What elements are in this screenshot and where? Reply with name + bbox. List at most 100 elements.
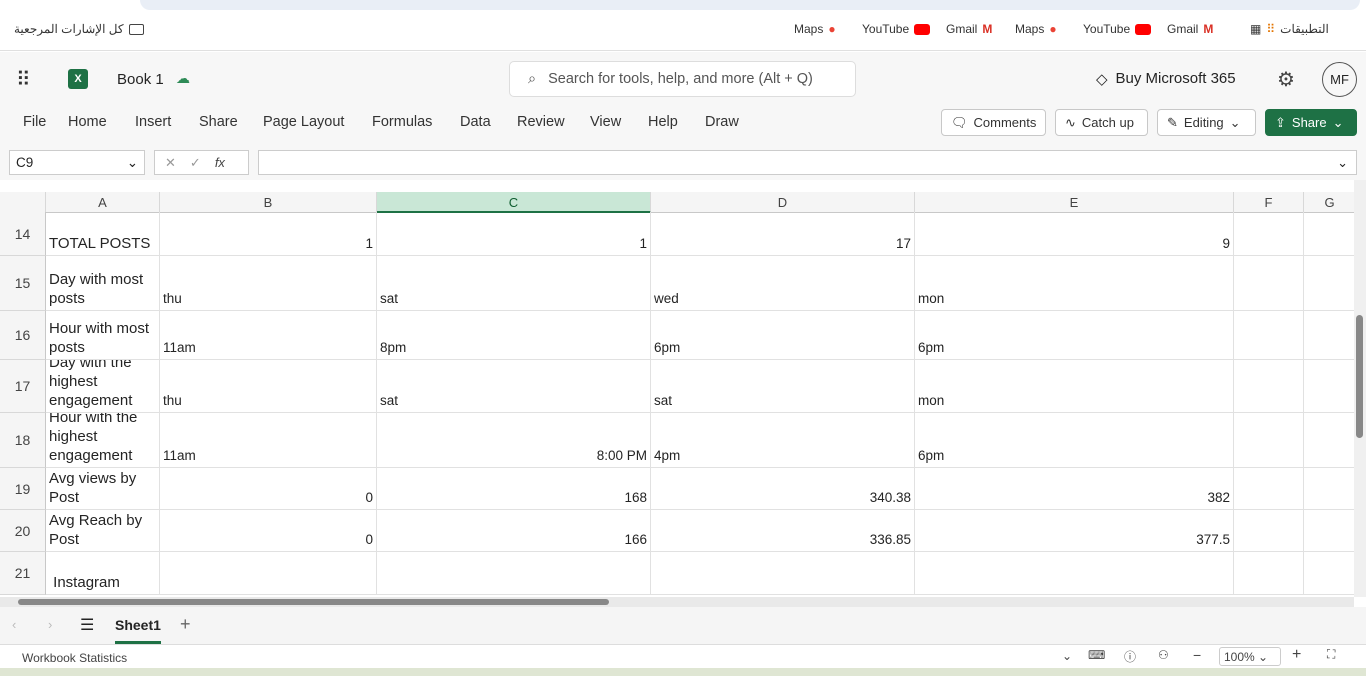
row-header-19[interactable]: 19 xyxy=(0,468,46,510)
cell-c14[interactable]: 1 xyxy=(377,212,651,256)
cell-a14[interactable]: TOTAL POSTS xyxy=(46,212,160,256)
bookmark-youtube[interactable]: YouTube xyxy=(862,22,931,36)
cell-e15[interactable]: mon xyxy=(915,256,1234,311)
cell-a19[interactable]: Avg views by Post xyxy=(46,468,160,510)
spreadsheet-grid[interactable]: A B C D E F G 14 TOTAL POSTS 1 1 17 9 15 Day with most… xyxy=(0,190,1354,597)
cell-d14[interactable]: 17 xyxy=(651,212,915,256)
editing-mode-button[interactable]: ✎ Editing ⌄ xyxy=(1157,109,1256,136)
menu-draw[interactable]: Draw xyxy=(705,114,739,130)
avatar[interactable]: MF xyxy=(1322,62,1357,97)
cell-b21[interactable] xyxy=(160,552,377,595)
address-bar[interactable] xyxy=(140,0,1360,10)
app-launcher-icon[interactable]: ⠿ xyxy=(16,67,31,92)
cell-d17[interactable]: sat xyxy=(651,360,915,413)
cell-e19[interactable]: 382 xyxy=(915,468,1234,510)
row-header-15[interactable]: 15 xyxy=(0,256,46,311)
cell-d15[interactable]: wed xyxy=(651,256,915,311)
vertical-scroll-thumb[interactable] xyxy=(1356,315,1363,438)
insert-function-icon[interactable]: fx xyxy=(215,155,225,170)
keyboard-icon[interactable]: ⌨ xyxy=(1088,648,1105,662)
menu-page-layout[interactable]: Page Layout xyxy=(263,114,344,130)
cell-f14[interactable] xyxy=(1234,212,1304,256)
next-sheet-icon[interactable]: › xyxy=(48,617,52,632)
cell-c15[interactable]: sat xyxy=(377,256,651,311)
cell-e16[interactable]: 6pm xyxy=(915,311,1234,360)
cell-c16[interactable]: 8pm xyxy=(377,311,651,360)
add-sheet-icon[interactable]: + xyxy=(180,614,191,635)
row-header-16[interactable]: 16 xyxy=(0,311,46,360)
cell-c20[interactable]: 166 xyxy=(377,510,651,552)
cell-e14[interactable]: 9 xyxy=(915,212,1234,256)
chevron-down-icon[interactable]: ⌄ xyxy=(1062,649,1072,663)
cell-f15[interactable] xyxy=(1234,256,1304,311)
column-header-f[interactable]: F xyxy=(1234,192,1304,213)
cell-d21[interactable] xyxy=(651,552,915,595)
bookmark-maps[interactable]: Maps ● xyxy=(794,22,836,36)
cell-a16[interactable]: Hour with most posts xyxy=(46,311,160,360)
column-header-d[interactable]: D xyxy=(651,192,915,213)
cell-a15[interactable]: Day with most posts xyxy=(46,256,160,311)
menu-file[interactable]: File xyxy=(23,114,46,130)
row-header-17[interactable]: 17 xyxy=(0,360,46,413)
column-header-c[interactable]: C xyxy=(377,192,651,213)
workbook-statistics[interactable]: Workbook Statistics xyxy=(22,651,127,665)
cell-b20[interactable]: 0 xyxy=(160,510,377,552)
settings-gear-icon[interactable]: ⚙ xyxy=(1277,67,1295,92)
menu-home[interactable]: Home xyxy=(68,114,107,130)
sheet-tab-sheet1[interactable]: Sheet1 xyxy=(115,617,161,644)
cell-c19[interactable]: 168 xyxy=(377,468,651,510)
cell-g19[interactable] xyxy=(1304,468,1354,510)
column-header-g[interactable]: G xyxy=(1304,192,1354,213)
menu-help[interactable]: Help xyxy=(648,114,678,130)
cell-e18[interactable]: 6pm xyxy=(915,413,1234,468)
cell-c21[interactable] xyxy=(377,552,651,595)
menu-share[interactable]: Share xyxy=(199,114,238,130)
cell-f17[interactable] xyxy=(1234,360,1304,413)
row-header-14[interactable]: 14 xyxy=(0,212,46,256)
cell-g14[interactable] xyxy=(1304,212,1354,256)
cell-g18[interactable] xyxy=(1304,413,1354,468)
cell-f19[interactable] xyxy=(1234,468,1304,510)
column-header-b[interactable]: B xyxy=(160,192,377,213)
share-button[interactable]: ⇪ Share ⌄ xyxy=(1265,109,1357,136)
cell-a21[interactable]: Instagram xyxy=(46,552,160,595)
cell-c17[interactable]: sat xyxy=(377,360,651,413)
row-header-18[interactable]: 18 xyxy=(0,413,46,468)
cell-d19[interactable]: 340.38 xyxy=(651,468,915,510)
menu-view[interactable]: View xyxy=(590,114,621,130)
cell-g16[interactable] xyxy=(1304,311,1354,360)
cell-g20[interactable] xyxy=(1304,510,1354,552)
bookmark-apps[interactable]: ▦ ⠿ التطبيقات xyxy=(1250,22,1329,36)
cancel-icon[interactable]: ✕ xyxy=(165,155,176,171)
bookmark-gmail[interactable]: Gmail M xyxy=(946,22,992,36)
cell-f20[interactable] xyxy=(1234,510,1304,552)
horizontal-scrollbar[interactable] xyxy=(0,597,1354,607)
cell-f16[interactable] xyxy=(1234,311,1304,360)
cell-d20[interactable]: 336.85 xyxy=(651,510,915,552)
zoom-out-icon[interactable]: − xyxy=(1193,647,1201,663)
document-title[interactable]: Book 1 xyxy=(117,71,164,88)
fullscreen-icon[interactable]: ⛶ xyxy=(1327,647,1335,662)
all-bookmarks[interactable]: كل الإشارات المرجعية xyxy=(14,22,144,36)
comments-button[interactable]: 🗨 Comments xyxy=(941,109,1046,136)
previous-sheet-icon[interactable]: ‹ xyxy=(12,617,16,632)
confirm-icon[interactable]: ✓ xyxy=(190,155,201,171)
cell-d16[interactable]: 6pm xyxy=(651,311,915,360)
row-header-21[interactable]: 21 xyxy=(0,552,46,595)
cell-e20[interactable]: 377.5 xyxy=(915,510,1234,552)
name-box[interactable]: C9 ⌄ xyxy=(9,150,145,175)
bookmark-youtube[interactable]: YouTube xyxy=(1083,22,1152,36)
cell-f18[interactable] xyxy=(1234,413,1304,468)
buy-microsoft-365-button[interactable]: ◇ Buy Microsoft 365 xyxy=(1096,70,1236,88)
cell-a17[interactable]: Day with the highest engagement xyxy=(46,360,160,413)
select-all-corner[interactable] xyxy=(0,192,46,213)
help-icon[interactable]: ⓘ xyxy=(1124,648,1136,665)
menu-review[interactable]: Review xyxy=(517,114,565,130)
menu-insert[interactable]: Insert xyxy=(135,114,171,130)
cell-g17[interactable] xyxy=(1304,360,1354,413)
feedback-icon[interactable]: ⚇ xyxy=(1158,648,1169,662)
cell-b14[interactable]: 1 xyxy=(160,212,377,256)
cell-d18[interactable]: 4pm xyxy=(651,413,915,468)
cell-f21[interactable] xyxy=(1234,552,1304,595)
search-box[interactable]: ⌕ Search for tools, help, and more (Alt +… xyxy=(509,61,856,97)
